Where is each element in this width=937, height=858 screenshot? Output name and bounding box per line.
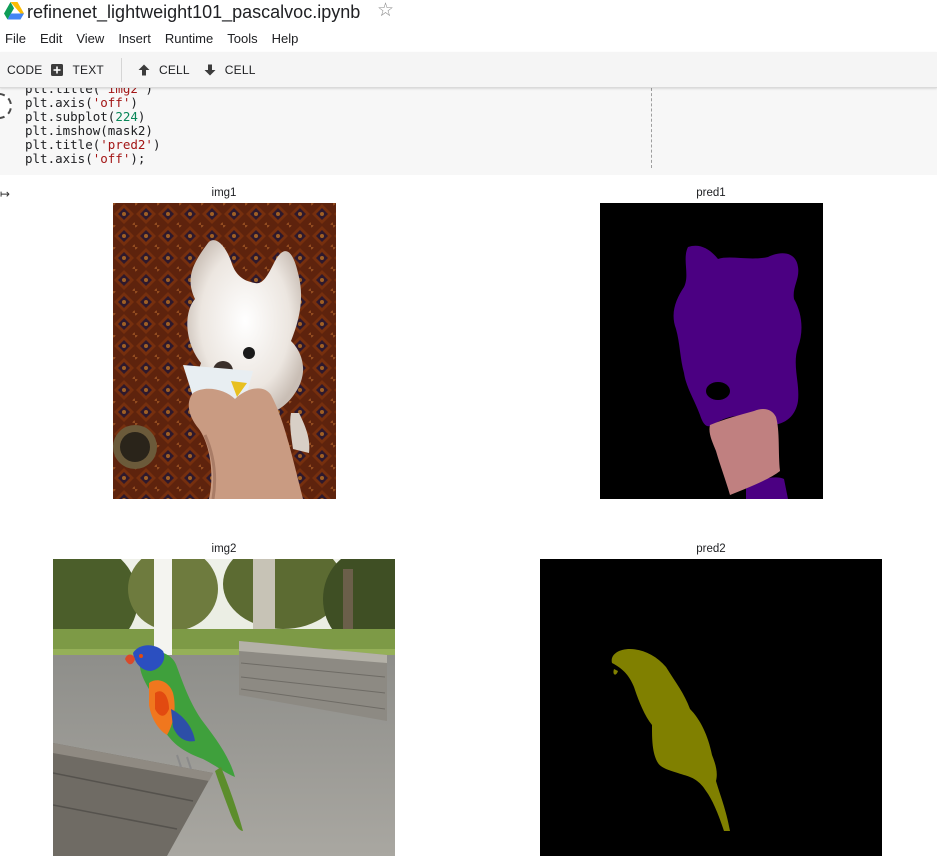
menu-view[interactable]: View bbox=[76, 29, 104, 49]
code-token: 'off' bbox=[92, 95, 131, 110]
toolbar-divider bbox=[120, 57, 122, 82]
code-token: plt.title( bbox=[25, 137, 101, 152]
code-line: plt.axis('off'); bbox=[25, 152, 160, 166]
menu-insert[interactable]: Insert bbox=[118, 29, 151, 49]
code-token: 'off' bbox=[92, 151, 131, 166]
code-token: plt.imshow(mask2) bbox=[25, 123, 153, 138]
menu-help[interactable]: Help bbox=[272, 29, 299, 49]
menu-tools[interactable]: Tools bbox=[227, 29, 257, 49]
code-line: plt.subplot(224) bbox=[25, 110, 160, 124]
add-code-label: CODE bbox=[7, 62, 43, 77]
output-toggle-icon[interactable]: ↦ bbox=[0, 187, 10, 201]
code-token: plt.axis( bbox=[25, 95, 93, 110]
move-cell-up-button[interactable]: CELL bbox=[131, 52, 197, 88]
add-code-button[interactable]: CODE bbox=[0, 52, 49, 88]
notebook-toolbar: CODE TEXT CELL CELL bbox=[0, 52, 937, 88]
code-token: plt.subplot( bbox=[25, 109, 116, 124]
add-text-button[interactable]: TEXT bbox=[49, 52, 110, 88]
code-token: ) bbox=[137, 109, 146, 124]
code-token: 224 bbox=[115, 109, 138, 124]
google-drive-icon[interactable] bbox=[4, 2, 24, 20]
code-token: ) bbox=[145, 88, 153, 96]
code-token: ) bbox=[130, 95, 138, 110]
plot-title-pred1: pred1 bbox=[696, 187, 726, 199]
code-token: ); bbox=[130, 151, 146, 166]
arrow-down-icon bbox=[204, 64, 216, 75]
menu-edit[interactable]: Edit bbox=[40, 29, 62, 49]
arrow-up-icon bbox=[138, 64, 150, 75]
notebook-title[interactable]: refinenet_lightweight101_pascalvoc.ipynb bbox=[27, 1, 360, 23]
move-cell-down-label: CELL bbox=[224, 62, 256, 77]
plus-box-icon bbox=[51, 63, 64, 76]
menu-runtime[interactable]: Runtime bbox=[165, 29, 213, 49]
code-token: 'pred2' bbox=[100, 137, 153, 152]
plot-title-img2: img2 bbox=[211, 543, 237, 555]
code-line: plt.title('pred2') bbox=[25, 138, 160, 152]
star-icon[interactable]: ☆ bbox=[377, 0, 394, 22]
title-bar: refinenet_lightweight101_pascalvoc.ipynb… bbox=[0, 0, 937, 28]
menu-bar: File Edit View Insert Runtime Tools Help bbox=[0, 29, 307, 49]
move-cell-up-label: CELL bbox=[158, 62, 190, 77]
image-img1 bbox=[113, 203, 336, 499]
code-line: plt.imshow(mask2) bbox=[25, 124, 160, 138]
code-line: plt.axis('off') bbox=[25, 96, 160, 110]
code-editor[interactable]: plt.title('img2') plt.axis('off') plt.subp… bbox=[25, 88, 160, 166]
move-cell-down-button[interactable]: CELL bbox=[197, 52, 263, 88]
image-pred2 bbox=[540, 559, 882, 856]
code-token: ) bbox=[152, 137, 161, 152]
plot-title-img1: img1 bbox=[211, 187, 237, 199]
menu-file[interactable]: File bbox=[5, 29, 26, 49]
line-length-ruler bbox=[651, 88, 652, 168]
image-img2 bbox=[53, 559, 395, 856]
plot-title-pred2: pred2 bbox=[696, 543, 726, 555]
image-pred1 bbox=[600, 203, 823, 499]
code-token: plt.axis( bbox=[25, 151, 93, 166]
code-cell[interactable]: plt.title('img2') plt.axis('off') plt.subp… bbox=[0, 88, 937, 175]
run-cell-button[interactable] bbox=[0, 93, 12, 119]
add-text-label: TEXT bbox=[72, 62, 104, 77]
